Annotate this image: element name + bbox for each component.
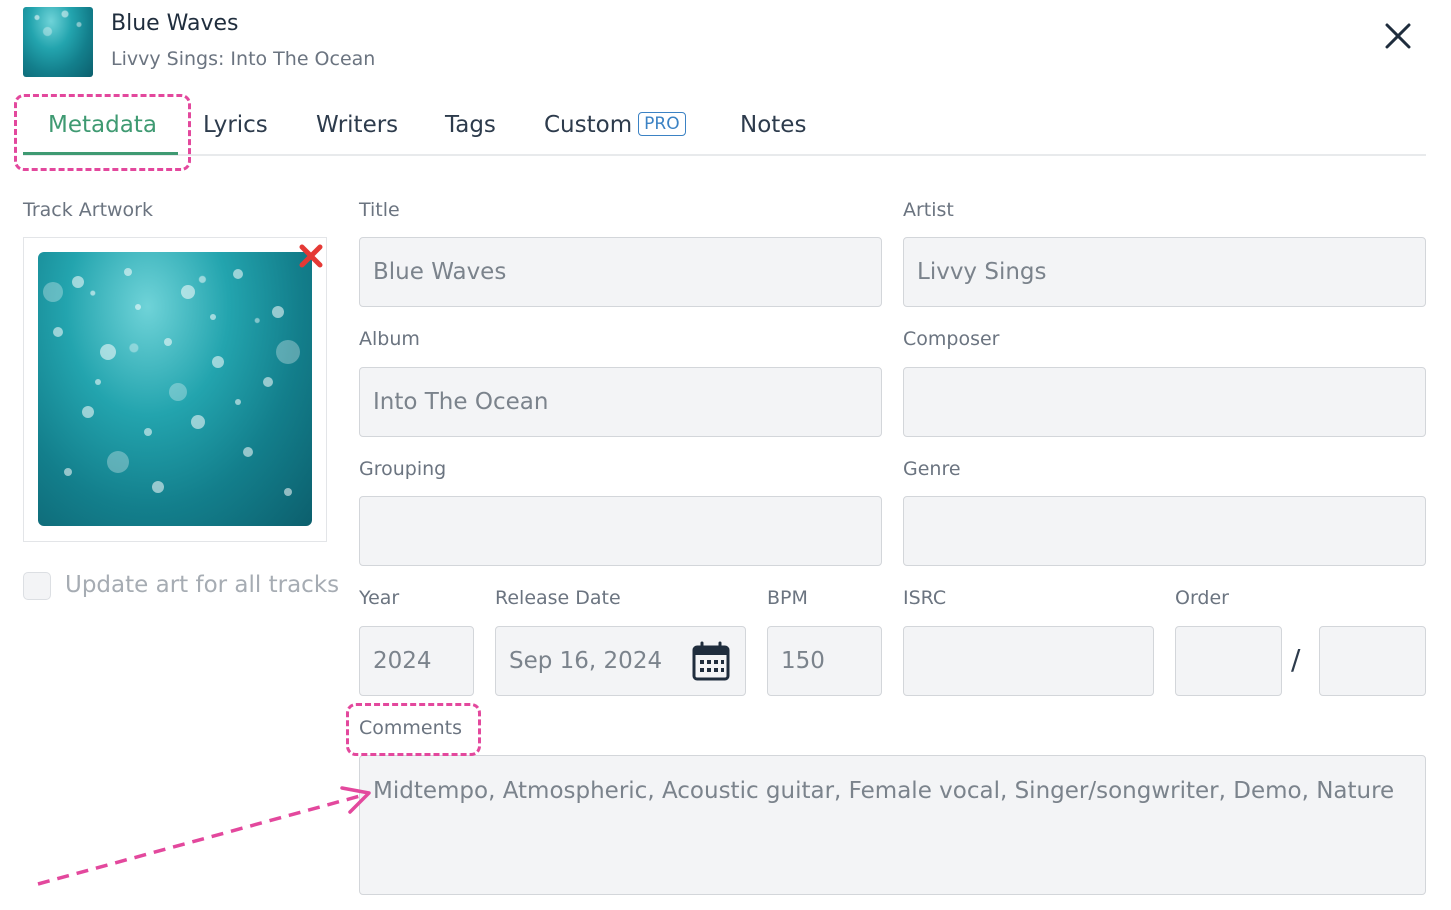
calendar-icon[interactable] <box>692 641 730 681</box>
remove-artwork-button[interactable] <box>297 242 325 270</box>
comments-label: Comments <box>359 717 462 739</box>
artist-input[interactable]: Livvy Sings <box>903 237 1426 307</box>
year-label: Year <box>359 587 400 609</box>
close-button[interactable] <box>1378 16 1418 56</box>
tab-writers[interactable]: Writers <box>316 112 398 138</box>
title-label: Title <box>359 199 400 221</box>
bubbles-overlay <box>43 268 300 496</box>
isrc-label: ISRC <box>903 587 947 609</box>
update-art-all-label: Update art for all tracks <box>65 572 340 598</box>
tab-custom[interactable]: Custom PRO <box>544 112 686 138</box>
album-input[interactable]: Into The Ocean <box>359 367 882 437</box>
tab-metadata[interactable]: Metadata <box>48 112 157 138</box>
close-icon <box>1385 23 1411 49</box>
order-separator: / <box>1291 643 1301 676</box>
remove-icon <box>299 244 323 268</box>
isrc-input[interactable] <box>903 626 1154 696</box>
order-total-input[interactable] <box>1319 626 1426 696</box>
order-label: Order <box>1175 587 1229 609</box>
bpm-label: BPM <box>767 587 808 609</box>
tab-notes[interactable]: Notes <box>740 112 806 138</box>
pro-badge: PRO <box>638 112 686 136</box>
bpm-input[interactable]: 150 <box>767 626 882 696</box>
grouping-input[interactable] <box>359 496 882 566</box>
year-input[interactable]: 2024 <box>359 626 474 696</box>
tab-tags[interactable]: Tags <box>445 112 496 138</box>
tab-custom-label: Custom <box>544 112 633 138</box>
artwork-image <box>38 252 312 526</box>
tab-lyrics[interactable]: Lyrics <box>203 112 268 138</box>
genre-input[interactable] <box>903 496 1426 566</box>
album-label: Album <box>359 328 420 350</box>
track-thumbnail <box>23 7 93 77</box>
active-tab-indicator <box>23 152 178 155</box>
track-title: Blue Waves <box>111 11 239 36</box>
release-date-label: Release Date <box>495 587 621 609</box>
comments-textarea[interactable]: Midtempo, Atmospheric, Acoustic guitar, … <box>359 755 1426 895</box>
composer-input[interactable] <box>903 367 1426 437</box>
grouping-label: Grouping <box>359 458 447 480</box>
composer-label: Composer <box>903 328 1000 350</box>
tab-bar: Metadata Lyrics Writers Tags Custom PRO N… <box>23 100 1426 156</box>
track-subtitle: Livvy Sings: Into The Ocean <box>111 48 376 70</box>
order-input[interactable] <box>1175 626 1282 696</box>
title-input[interactable]: Blue Waves <box>359 237 882 307</box>
artist-label: Artist <box>903 199 954 221</box>
track-artwork-label: Track Artwork <box>23 199 153 221</box>
update-art-all-checkbox[interactable] <box>23 572 51 600</box>
genre-label: Genre <box>903 458 961 480</box>
